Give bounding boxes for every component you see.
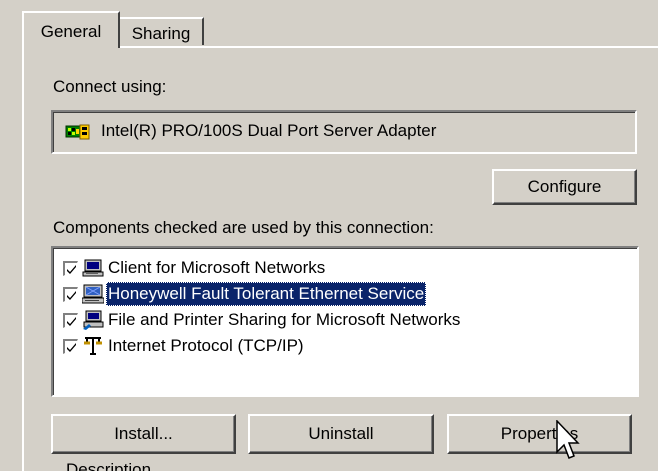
tab-general-label: General <box>40 22 102 41</box>
general-tab-panel <box>22 46 658 471</box>
tab-sharing-label: Sharing <box>131 24 191 43</box>
mouse-pointer-icon <box>556 419 580 469</box>
connection-properties-dialog: Sharing General Connect using: Intel(R) … <box>0 0 658 471</box>
tab-sharing[interactable]: Sharing <box>118 17 204 45</box>
tab-general[interactable]: General <box>22 11 120 48</box>
